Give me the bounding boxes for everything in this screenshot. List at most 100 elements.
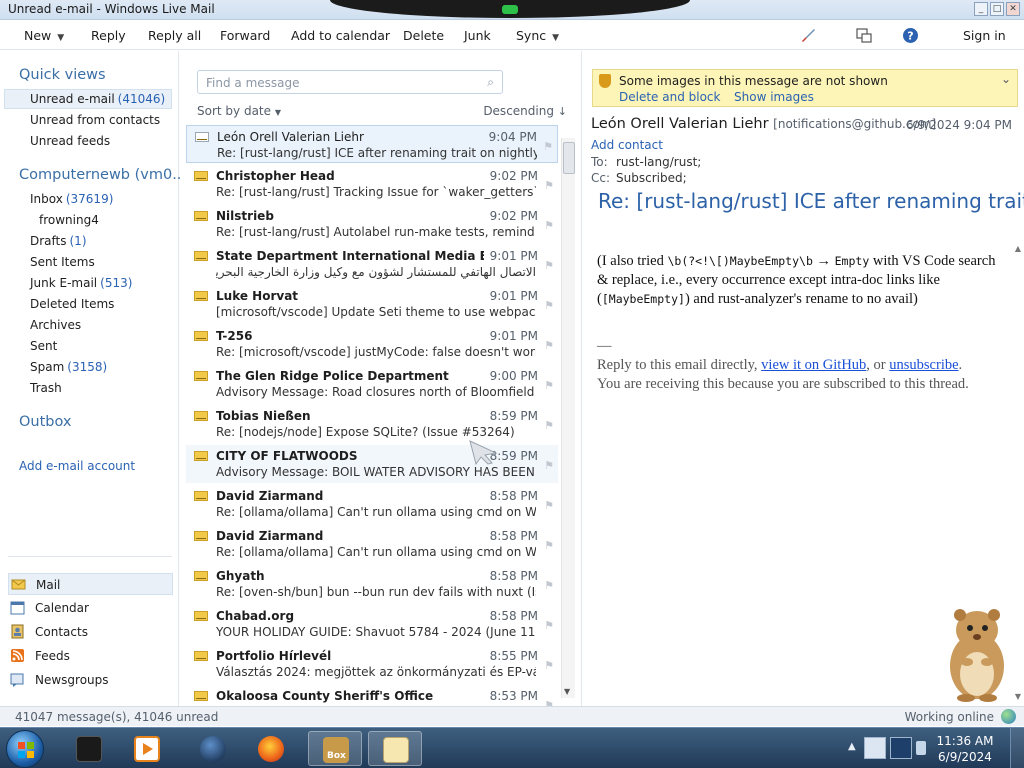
show-images-link[interactable]: Show images: [734, 90, 814, 104]
message-row[interactable]: Portfolio Hírlevél 8:55 PM Választás 202…: [186, 645, 558, 683]
message-row[interactable]: Okaloosa County Sheriff's Office 8:53 PM…: [186, 685, 558, 706]
mode-feeds[interactable]: Feeds: [8, 645, 173, 667]
show-hidden-icons[interactable]: ▲: [848, 741, 856, 752]
outbox-heading[interactable]: Outbox: [19, 414, 72, 430]
help-icon[interactable]: ?▼: [902, 27, 930, 62]
add-email-account-link[interactable]: Add e-mail account: [19, 459, 135, 473]
folder-sent-items[interactable]: Sent Items: [30, 255, 95, 269]
message-row[interactable]: Chabad.org 8:58 PM YOUR HOLIDAY GUIDE: S…: [186, 605, 558, 643]
flag-icon[interactable]: ⚑: [544, 379, 554, 392]
folder-drafts[interactable]: Drafts (1): [30, 234, 87, 248]
scrollbar-thumb[interactable]: [563, 142, 575, 174]
message-row[interactable]: The Glen Ridge Police Department 9:00 PM…: [186, 365, 558, 403]
message-row[interactable]: Tobias Nießen 8:59 PM Re: [nodejs/node] …: [186, 405, 558, 443]
junk-button[interactable]: Junk: [464, 28, 491, 43]
mode-mail[interactable]: Mail: [8, 573, 173, 595]
view-on-github-link[interactable]: view it on GitHub: [761, 357, 866, 373]
taskbar-firefox[interactable]: [244, 731, 298, 766]
folder-trash[interactable]: Trash: [30, 381, 62, 395]
add-contact-link[interactable]: Add contact: [591, 138, 663, 152]
mode-calendar[interactable]: Calendar: [8, 597, 173, 619]
flag-icon[interactable]: ⚑: [544, 539, 554, 552]
start-button[interactable]: [6, 730, 44, 768]
quick-view-unread-feeds[interactable]: Unread feeds: [30, 134, 110, 148]
account-heading[interactable]: Computernewb (vm0...: [19, 167, 186, 183]
message-row[interactable]: David Ziarmand 8:58 PM Re: [ollama/ollam…: [186, 485, 558, 523]
reply-all-button[interactable]: Reply all: [148, 28, 201, 43]
display-icon[interactable]: [890, 737, 912, 759]
folder-archives[interactable]: Archives: [30, 318, 81, 332]
flag-icon[interactable]: ⚑: [544, 179, 554, 192]
show-desktop-button[interactable]: [1010, 728, 1024, 768]
minimize-button[interactable]: _: [974, 2, 988, 16]
folder-junk-email[interactable]: Junk E-mail (513): [30, 276, 132, 290]
svg-text:▲: ▲: [1015, 244, 1022, 253]
mode-contacts[interactable]: Contacts: [8, 621, 173, 643]
taskbar-app-black[interactable]: [62, 731, 116, 766]
message-row[interactable]: León Orell Valerian Liehr 9:04 PM Re: [r…: [186, 125, 558, 163]
hamster-mascot-icon: [950, 609, 1004, 702]
folder-deleted-items[interactable]: Deleted Items: [30, 297, 114, 311]
taskbar-windows-live-mail[interactable]: [368, 731, 422, 766]
message-row[interactable]: T-256 9:01 PM Re: [microsoft/vscode] jus…: [186, 325, 558, 363]
new-button[interactable]: New ▼: [24, 28, 64, 43]
flag-icon[interactable]: ⚑: [544, 219, 554, 232]
view-icon[interactable]: ▼: [856, 27, 884, 61]
flag-icon[interactable]: ⚑: [544, 699, 554, 706]
system-tray: ▲ 11:36 AM 6/9/2024: [840, 728, 1024, 768]
unsubscribe-link[interactable]: unsubscribe: [889, 357, 958, 373]
mode-newsgroups[interactable]: Newsgroups: [8, 669, 173, 691]
taskbar-clock[interactable]: 11:36 AM 6/9/2024: [930, 733, 1000, 765]
taskbar-app-sphere[interactable]: [186, 731, 240, 766]
message-list-scrollbar[interactable]: ▼: [561, 138, 575, 698]
quick-view-unread-email[interactable]: Unread e-mail (41046): [30, 92, 165, 106]
message-row[interactable]: Christopher Head 9:02 PM Re: [rust-lang/…: [186, 165, 558, 203]
sort-by-date-button[interactable]: Sort by date ▼: [197, 104, 281, 118]
add-to-calendar-button[interactable]: Add to calendar: [291, 28, 390, 43]
folder-frowning4[interactable]: frowning4: [39, 213, 99, 227]
volume-icon[interactable]: [916, 741, 926, 755]
flag-icon[interactable]: ⚑: [544, 339, 554, 352]
forward-button[interactable]: Forward: [220, 28, 270, 43]
message-list: León Orell Valerian Liehr 9:04 PM Re: [r…: [186, 125, 560, 706]
flag-icon[interactable]: ⚑: [544, 659, 554, 672]
close-button[interactable]: ✕: [1006, 2, 1020, 16]
reply-button[interactable]: Reply: [91, 28, 126, 43]
globe-icon[interactable]: [1001, 709, 1016, 724]
scroll-down-icon[interactable]: ▼: [564, 687, 570, 696]
sort-order-button[interactable]: Descending ↓: [483, 104, 567, 118]
chevron-down-icon[interactable]: ⌄: [1001, 72, 1011, 86]
flag-icon[interactable]: ⚑: [544, 259, 554, 272]
delete-and-block-link[interactable]: Delete and block: [619, 90, 720, 104]
message-row[interactable]: State Department International Media Eng…: [186, 245, 558, 283]
flag-icon[interactable]: ⚑: [544, 619, 554, 632]
flag-icon[interactable]: ⚑: [544, 459, 554, 472]
message-row[interactable]: David Ziarmand 8:58 PM Re: [ollama/ollam…: [186, 525, 558, 563]
message-row[interactable]: CITY OF FLATWOODS 8:59 PM Advisory Messa…: [186, 445, 558, 483]
taskbar-box-app[interactable]: Box: [308, 731, 362, 766]
message-row[interactable]: Ghyath 8:58 PM Re: [oven-sh/bun] bun --b…: [186, 565, 558, 603]
maximize-button[interactable]: □: [990, 2, 1004, 16]
sign-in-button[interactable]: Sign in: [963, 28, 1006, 43]
folder-spam[interactable]: Spam (3158): [30, 360, 107, 374]
folder-inbox[interactable]: Inbox (37619): [30, 192, 113, 206]
taskbar-media-player[interactable]: [120, 731, 174, 766]
search-icon[interactable]: ⌕: [487, 75, 494, 90]
flag-icon[interactable]: ⚑: [544, 299, 554, 312]
flag-icon[interactable]: ⚑: [543, 140, 553, 153]
flag-icon[interactable]: ⚑: [544, 419, 554, 432]
online-status[interactable]: Working online: [905, 710, 994, 724]
message-row[interactable]: Luke Horvat 9:01 PM [microsoft/vscode] U…: [186, 285, 558, 323]
message-row[interactable]: Nilstrieb 9:02 PM Re: [rust-lang/rust] A…: [186, 205, 558, 243]
paintbrush-icon[interactable]: ▼: [800, 27, 828, 61]
search-input[interactable]: Find a message ⌕: [197, 70, 503, 94]
flag-icon[interactable]: ⚑: [544, 499, 554, 512]
folder-sent[interactable]: Sent: [30, 339, 57, 353]
reading-pane-scrollbar[interactable]: ▲▼: [1013, 241, 1023, 701]
quick-views-heading[interactable]: Quick views: [19, 67, 106, 83]
sync-button[interactable]: Sync ▼: [516, 28, 559, 43]
flag-icon[interactable]: ⚑: [544, 579, 554, 592]
delete-button[interactable]: Delete: [403, 28, 444, 43]
quick-view-unread-contacts[interactable]: Unread from contacts: [30, 113, 160, 127]
network-icon[interactable]: [864, 737, 886, 759]
